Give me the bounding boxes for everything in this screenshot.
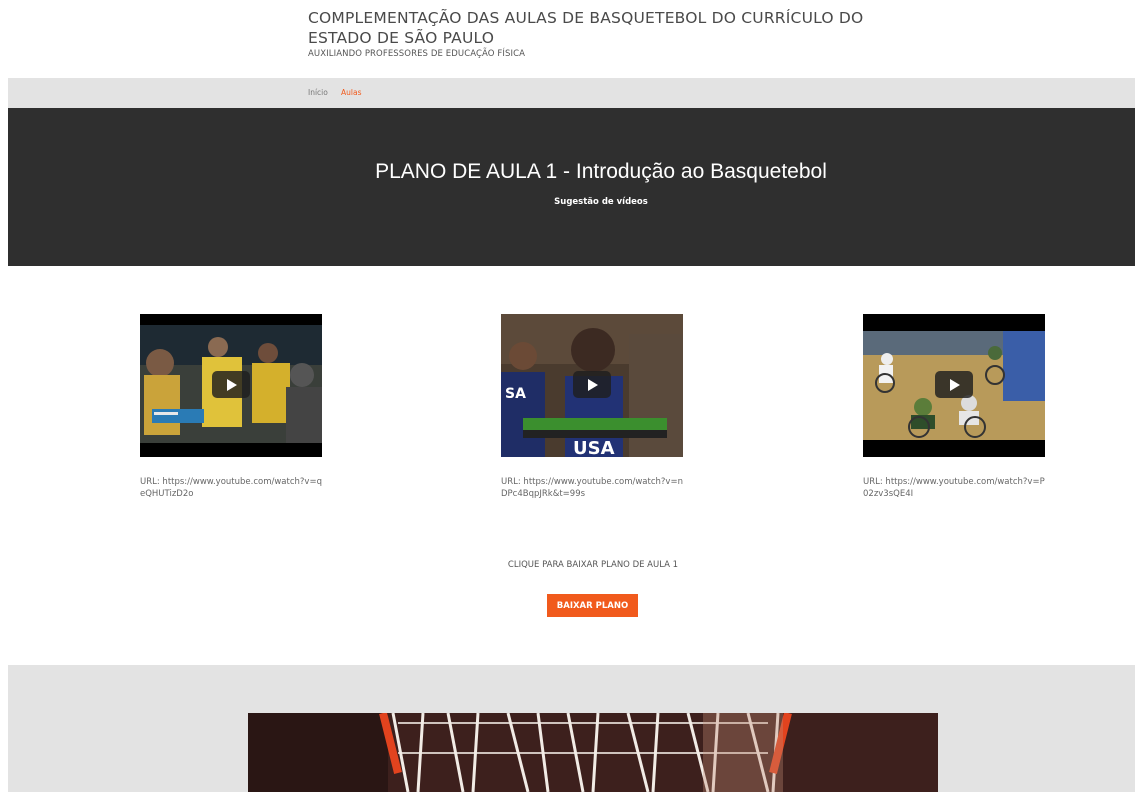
video-thumbnail-2[interactable]: SA USA — [501, 314, 683, 457]
video-card-2: SA USA URL: https://www.youtube.com/watc… — [501, 314, 683, 500]
video-thumbnail-1[interactable] — [140, 314, 322, 457]
play-icon[interactable] — [573, 371, 611, 398]
video-card-3: URL: https://www.youtube.com/watch?v=P02… — [863, 314, 1045, 500]
play-icon[interactable] — [935, 371, 973, 398]
page: COMPLEMENTAÇÃO DAS AULAS DE BASQUETEBOL … — [0, 0, 1135, 792]
video-card-1: URL: https://www.youtube.com/watch?v=qeQ… — [140, 314, 322, 500]
video-url-2: URL: https://www.youtube.com/watch?v=nDP… — [501, 477, 683, 499]
site-header: COMPLEMENTAÇÃO DAS AULAS DE BASQUETEBOL … — [0, 0, 1135, 78]
basketball-net-art — [248, 713, 938, 792]
bottom-section — [8, 665, 1135, 792]
hero-banner: PLANO DE AULA 1 - Introdução ao Basquete… — [8, 108, 1135, 266]
nav-item-aulas[interactable]: Aulas — [341, 88, 361, 97]
site-subtitle: AUXILIANDO PROFESSORES DE EDUCAÇÃO FÍSIC… — [308, 49, 526, 59]
main-nav: Início Aulas — [8, 78, 1135, 108]
page-subtitle: Sugestão de vídeos — [554, 197, 648, 207]
video-url-3: URL: https://www.youtube.com/watch?v=P02… — [863, 477, 1045, 499]
play-icon[interactable] — [212, 371, 250, 398]
site-title[interactable]: COMPLEMENTAÇÃO DAS AULAS DE BASQUETEBOL … — [308, 8, 908, 48]
svg-text:USA: USA — [573, 438, 615, 457]
svg-text:SA: SA — [505, 386, 526, 402]
basketball-hoop-image — [248, 713, 938, 792]
video-thumbnail-3[interactable] — [863, 314, 1045, 457]
download-label: CLIQUE PARA BAIXAR PLANO DE AULA 1 — [507, 560, 679, 570]
page-title: PLANO DE AULA 1 - Introdução ao Basquete… — [375, 160, 827, 183]
download-plan-button[interactable]: BAIXAR PLANO — [547, 594, 638, 617]
nav-item-inicio[interactable]: Início — [308, 88, 328, 97]
video-url-1: URL: https://www.youtube.com/watch?v=qeQ… — [140, 477, 322, 499]
